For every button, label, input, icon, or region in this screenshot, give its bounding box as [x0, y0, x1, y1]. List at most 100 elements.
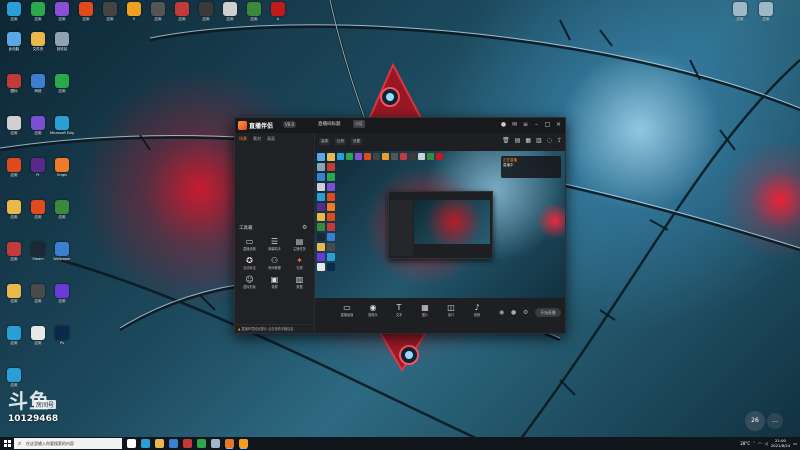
tool-button[interactable]: ☺ 虚拟形象 [237, 275, 262, 289]
taskbar-app-icon[interactable] [239, 439, 248, 448]
desktop-icon[interactable]: 应用 [26, 326, 50, 345]
layers-icon[interactable]: ▤ [515, 137, 521, 144]
weather-text[interactable]: 28°C [740, 441, 750, 446]
app-titlebar[interactable]: 直播伴侣 V6.0 直播间标题 分区 ● ✉ ≡ – □ × [235, 118, 565, 133]
desktop-icon[interactable]: 应用 [74, 2, 98, 21]
desktop-icon[interactable]: 应用 [2, 116, 26, 135]
desktop-icon[interactable]: 网络 [26, 74, 50, 93]
volume-icon[interactable]: ◁ [765, 441, 768, 446]
ratio-chip[interactable]: 比例 [335, 138, 346, 145]
desktop-icon[interactable]: 应用 [98, 2, 122, 21]
desktop-icon[interactable]: Microsoft Edge [50, 116, 74, 135]
windows-start-icon[interactable] [4, 440, 11, 447]
desktop-icon[interactable]: 应用 [2, 326, 26, 345]
taskbar-app-icon[interactable] [127, 439, 136, 448]
source-button[interactable]: ◫ 窗口 [439, 303, 463, 317]
tool-button[interactable]: ▭ 直播设置 [237, 237, 262, 251]
tool-button[interactable]: ⚇ 房间管理 [262, 256, 287, 270]
desktop-icon[interactable]: 应用 [2, 368, 26, 387]
taskbar-app-icon[interactable] [197, 439, 206, 448]
tool-button[interactable]: ✦ 礼物 [287, 256, 312, 270]
taskbar-app-icon[interactable] [141, 439, 150, 448]
desktop-icon[interactable]: A [266, 2, 290, 21]
desktop-icon[interactable]: 应用 [170, 2, 194, 21]
desktop-icon[interactable]: 应用 [26, 284, 50, 303]
desktop-icon[interactable]: 应用 [2, 158, 26, 177]
gear-icon[interactable]: ⚙ [523, 309, 528, 316]
notification-icon[interactable]: ▭ [793, 441, 797, 446]
desktop-icon[interactable]: V [122, 2, 146, 21]
desktop-icon[interactable]: 图标 [2, 74, 26, 93]
maximize-icon[interactable]: □ [544, 121, 551, 128]
taskbar-app-icon[interactable] [155, 439, 164, 448]
desktop-icon[interactable]: 应用 [194, 2, 218, 21]
desktop-icon[interactable]: 应用 [26, 116, 50, 135]
desktop-icon[interactable]: 应用 [2, 242, 26, 261]
live-preview[interactable]: 正在直播 直播中 [315, 151, 565, 298]
chevron-up-icon[interactable]: ˄ [753, 441, 755, 446]
tools-settings-icon[interactable]: ⚙ [302, 224, 307, 231]
left-panel-tab[interactable]: 素材 [253, 136, 261, 142]
left-panel-tab[interactable]: 场景 [239, 136, 247, 142]
source-button[interactable]: ▭ 直播画面 [335, 303, 359, 317]
desktop-icon[interactable]: 应用 [2, 200, 26, 219]
desktop-icon[interactable]: Ps [50, 326, 74, 345]
floating-more-button[interactable]: … [767, 413, 783, 429]
source-button[interactable]: ◉ 摄像头 [361, 303, 385, 317]
desktop-icon[interactable]: 应用 [242, 2, 266, 21]
taskbar-clock[interactable]: 21:00 2021/8/24 [771, 438, 790, 448]
desktop-icon[interactable]: 应用 [218, 2, 242, 21]
desktop-icon[interactable]: 应用 [146, 2, 170, 21]
desktop-icon[interactable]: 应用 [50, 200, 74, 219]
network-icon[interactable]: ◠ [758, 441, 762, 446]
desktop-icon[interactable]: 应用 [2, 2, 26, 21]
desktop-icon[interactable]: 应用 [50, 74, 74, 93]
tool-button[interactable]: ▣ 录屏 [262, 275, 287, 289]
mail-icon[interactable]: ✉ [511, 121, 518, 128]
desktop-icon[interactable]: 此电脑 [2, 32, 26, 51]
taskbar-app-icon[interactable] [225, 439, 234, 448]
source-button[interactable]: T 文本 [387, 303, 411, 317]
source-button[interactable]: ♪ 音频 [465, 303, 489, 317]
left-panel-tab[interactable]: 画面 [267, 136, 275, 142]
mic-icon[interactable]: ● [511, 309, 516, 316]
avatar-icon[interactable]: ● [500, 121, 507, 128]
version-badge[interactable]: V6.0 [283, 121, 297, 128]
chat-icon[interactable]: ◌ [547, 137, 552, 144]
desktop-icon[interactable]: 文件夹 [26, 32, 50, 51]
start-live-button[interactable]: 开始直播 [535, 308, 561, 317]
desktop-icon[interactable]: Pr [26, 158, 50, 177]
taskbar-search-input[interactable]: ⌕ 在这里输入你要搜索的内容 [14, 438, 122, 449]
menu-icon[interactable]: ≡ [522, 121, 529, 128]
eye-icon[interactable]: ◉ [499, 309, 504, 316]
desktop-icon[interactable]: 应用 [728, 2, 752, 21]
room-category-tag[interactable]: 分区 [353, 120, 365, 128]
source-button[interactable]: ▦ 图片 [413, 303, 437, 317]
desktop-icon[interactable]: 应用 [50, 2, 74, 21]
tool-button[interactable]: ▤ 主播任务 [287, 237, 312, 251]
quality-chip[interactable]: 高清 [319, 138, 330, 145]
desktop-icon[interactable]: 应用 [2, 284, 26, 303]
close-icon[interactable]: × [555, 121, 562, 128]
desktop-icon[interactable]: Steam [26, 242, 50, 261]
calendar-icon[interactable]: ▦ [525, 137, 531, 144]
trash-icon[interactable]: 🗑 [502, 137, 510, 144]
settings-chip[interactable]: 设置 [351, 138, 362, 145]
tool-button[interactable]: ✪ 互动玩法 [237, 256, 262, 270]
tool-button[interactable]: ▥ 数据 [287, 275, 312, 289]
desktop-icon[interactable]: 应用 [26, 2, 50, 21]
room-title[interactable]: 直播间标题 [318, 121, 341, 127]
desktop-icon[interactable]: 回收站 [50, 32, 74, 51]
minimize-icon[interactable]: – [533, 121, 540, 128]
desktop-icon[interactable]: Wallpaper [50, 242, 74, 261]
status-notice[interactable]: ▲ 直播环境检测提示 点击查看详细信息 [235, 324, 314, 333]
desktop-icon[interactable]: 应用 [26, 200, 50, 219]
taskbar-app-icon[interactable] [169, 439, 178, 448]
share-icon[interactable]: ⇪ [557, 137, 562, 144]
floating-ball-button[interactable]: 26 [745, 411, 765, 431]
desktop-icon[interactable]: 应用 [754, 2, 778, 21]
taskbar-app-icon[interactable] [183, 439, 192, 448]
tool-button[interactable]: ☰ 弹幕助手 [262, 237, 287, 251]
desktop-icon[interactable]: Origin [50, 158, 74, 177]
chart-icon[interactable]: ▥ [536, 137, 542, 144]
